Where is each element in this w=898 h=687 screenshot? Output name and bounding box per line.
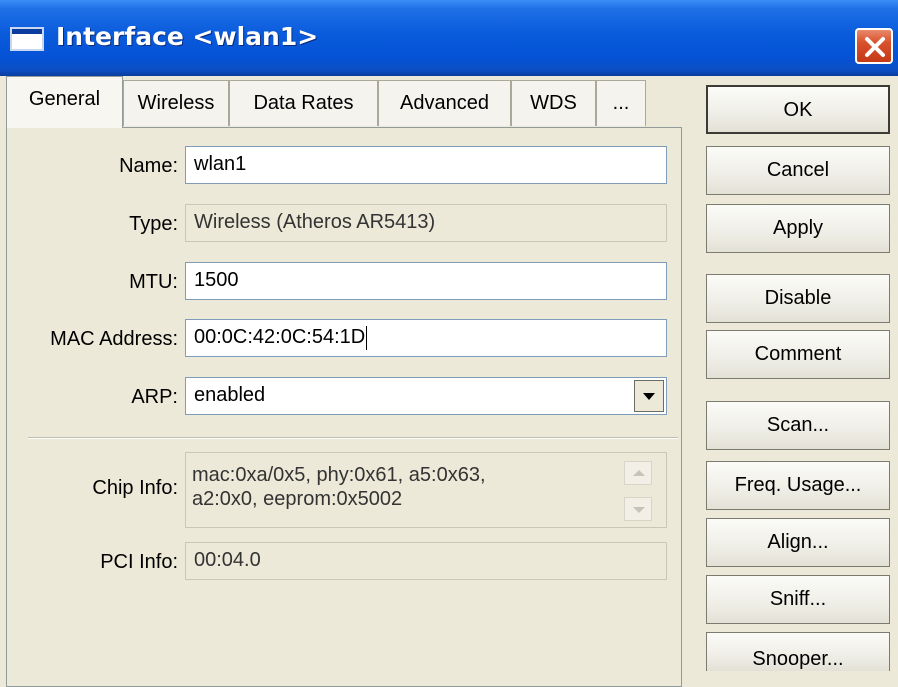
- arp-select[interactable]: enabled: [185, 377, 667, 415]
- close-icon: [865, 37, 885, 57]
- close-button[interactable]: [855, 28, 893, 64]
- mtu-label: MTU:: [129, 271, 178, 293]
- mac-address-field[interactable]: 00:0C:42:0C:54:1D: [185, 319, 667, 357]
- scan-button[interactable]: Scan...: [706, 401, 890, 450]
- comment-button[interactable]: Comment: [706, 330, 890, 379]
- scroll-down-icon[interactable]: [624, 497, 652, 521]
- ok-button[interactable]: OK: [706, 85, 890, 134]
- tab-more[interactable]: ...: [596, 80, 646, 126]
- cancel-button[interactable]: Cancel: [706, 146, 890, 195]
- window-title: Interface <wlan1>: [56, 22, 319, 51]
- scroll-up-icon[interactable]: [624, 461, 652, 485]
- tab-general[interactable]: General: [6, 76, 123, 128]
- name-field[interactable]: wlan1: [185, 146, 667, 184]
- freq-usage-button[interactable]: Freq. Usage...: [706, 461, 890, 510]
- chip-info-label: Chip Info:: [92, 477, 178, 499]
- mac-address-label: MAC Address:: [50, 328, 178, 350]
- tab-wds[interactable]: WDS: [511, 80, 596, 126]
- pci-info-field: 00:04.0: [185, 542, 667, 580]
- mac-address-value: 00:0C:42:0C:54:1D: [194, 326, 366, 348]
- align-button[interactable]: Align...: [706, 518, 890, 567]
- dropdown-arrow-icon[interactable]: [634, 380, 664, 412]
- chip-info-field: mac:0xa/0x5, phy:0x61, a5:0x63, a2:0x0, …: [185, 452, 667, 528]
- type-field: Wireless (Atheros AR5413): [185, 204, 667, 242]
- pci-info-label: PCI Info:: [100, 551, 178, 573]
- tab-data-rates[interactable]: Data Rates: [229, 80, 378, 126]
- disable-button[interactable]: Disable: [706, 274, 890, 323]
- arp-label: ARP:: [131, 386, 178, 408]
- title-bar[interactable]: Interface <wlan1>: [0, 0, 898, 76]
- sniff-button[interactable]: Sniff...: [706, 575, 890, 624]
- type-label: Type:: [129, 213, 178, 235]
- chip-info-line-2: a2:0x0, eeprom:0x5002: [192, 488, 403, 510]
- tab-advanced[interactable]: Advanced: [378, 80, 511, 126]
- tab-wireless[interactable]: Wireless: [123, 80, 229, 126]
- window-icon: [10, 27, 44, 51]
- separator: [28, 437, 678, 439]
- arp-selected-value: enabled: [194, 384, 266, 406]
- text-caret: [366, 325, 368, 350]
- chip-info-line-1: mac:0xa/0x5, phy:0x61, a5:0x63,: [192, 464, 486, 486]
- apply-button[interactable]: Apply: [706, 204, 890, 253]
- name-label: Name:: [119, 155, 178, 177]
- mtu-field[interactable]: 1500: [185, 262, 667, 300]
- snooper-button[interactable]: Snooper...: [706, 632, 890, 671]
